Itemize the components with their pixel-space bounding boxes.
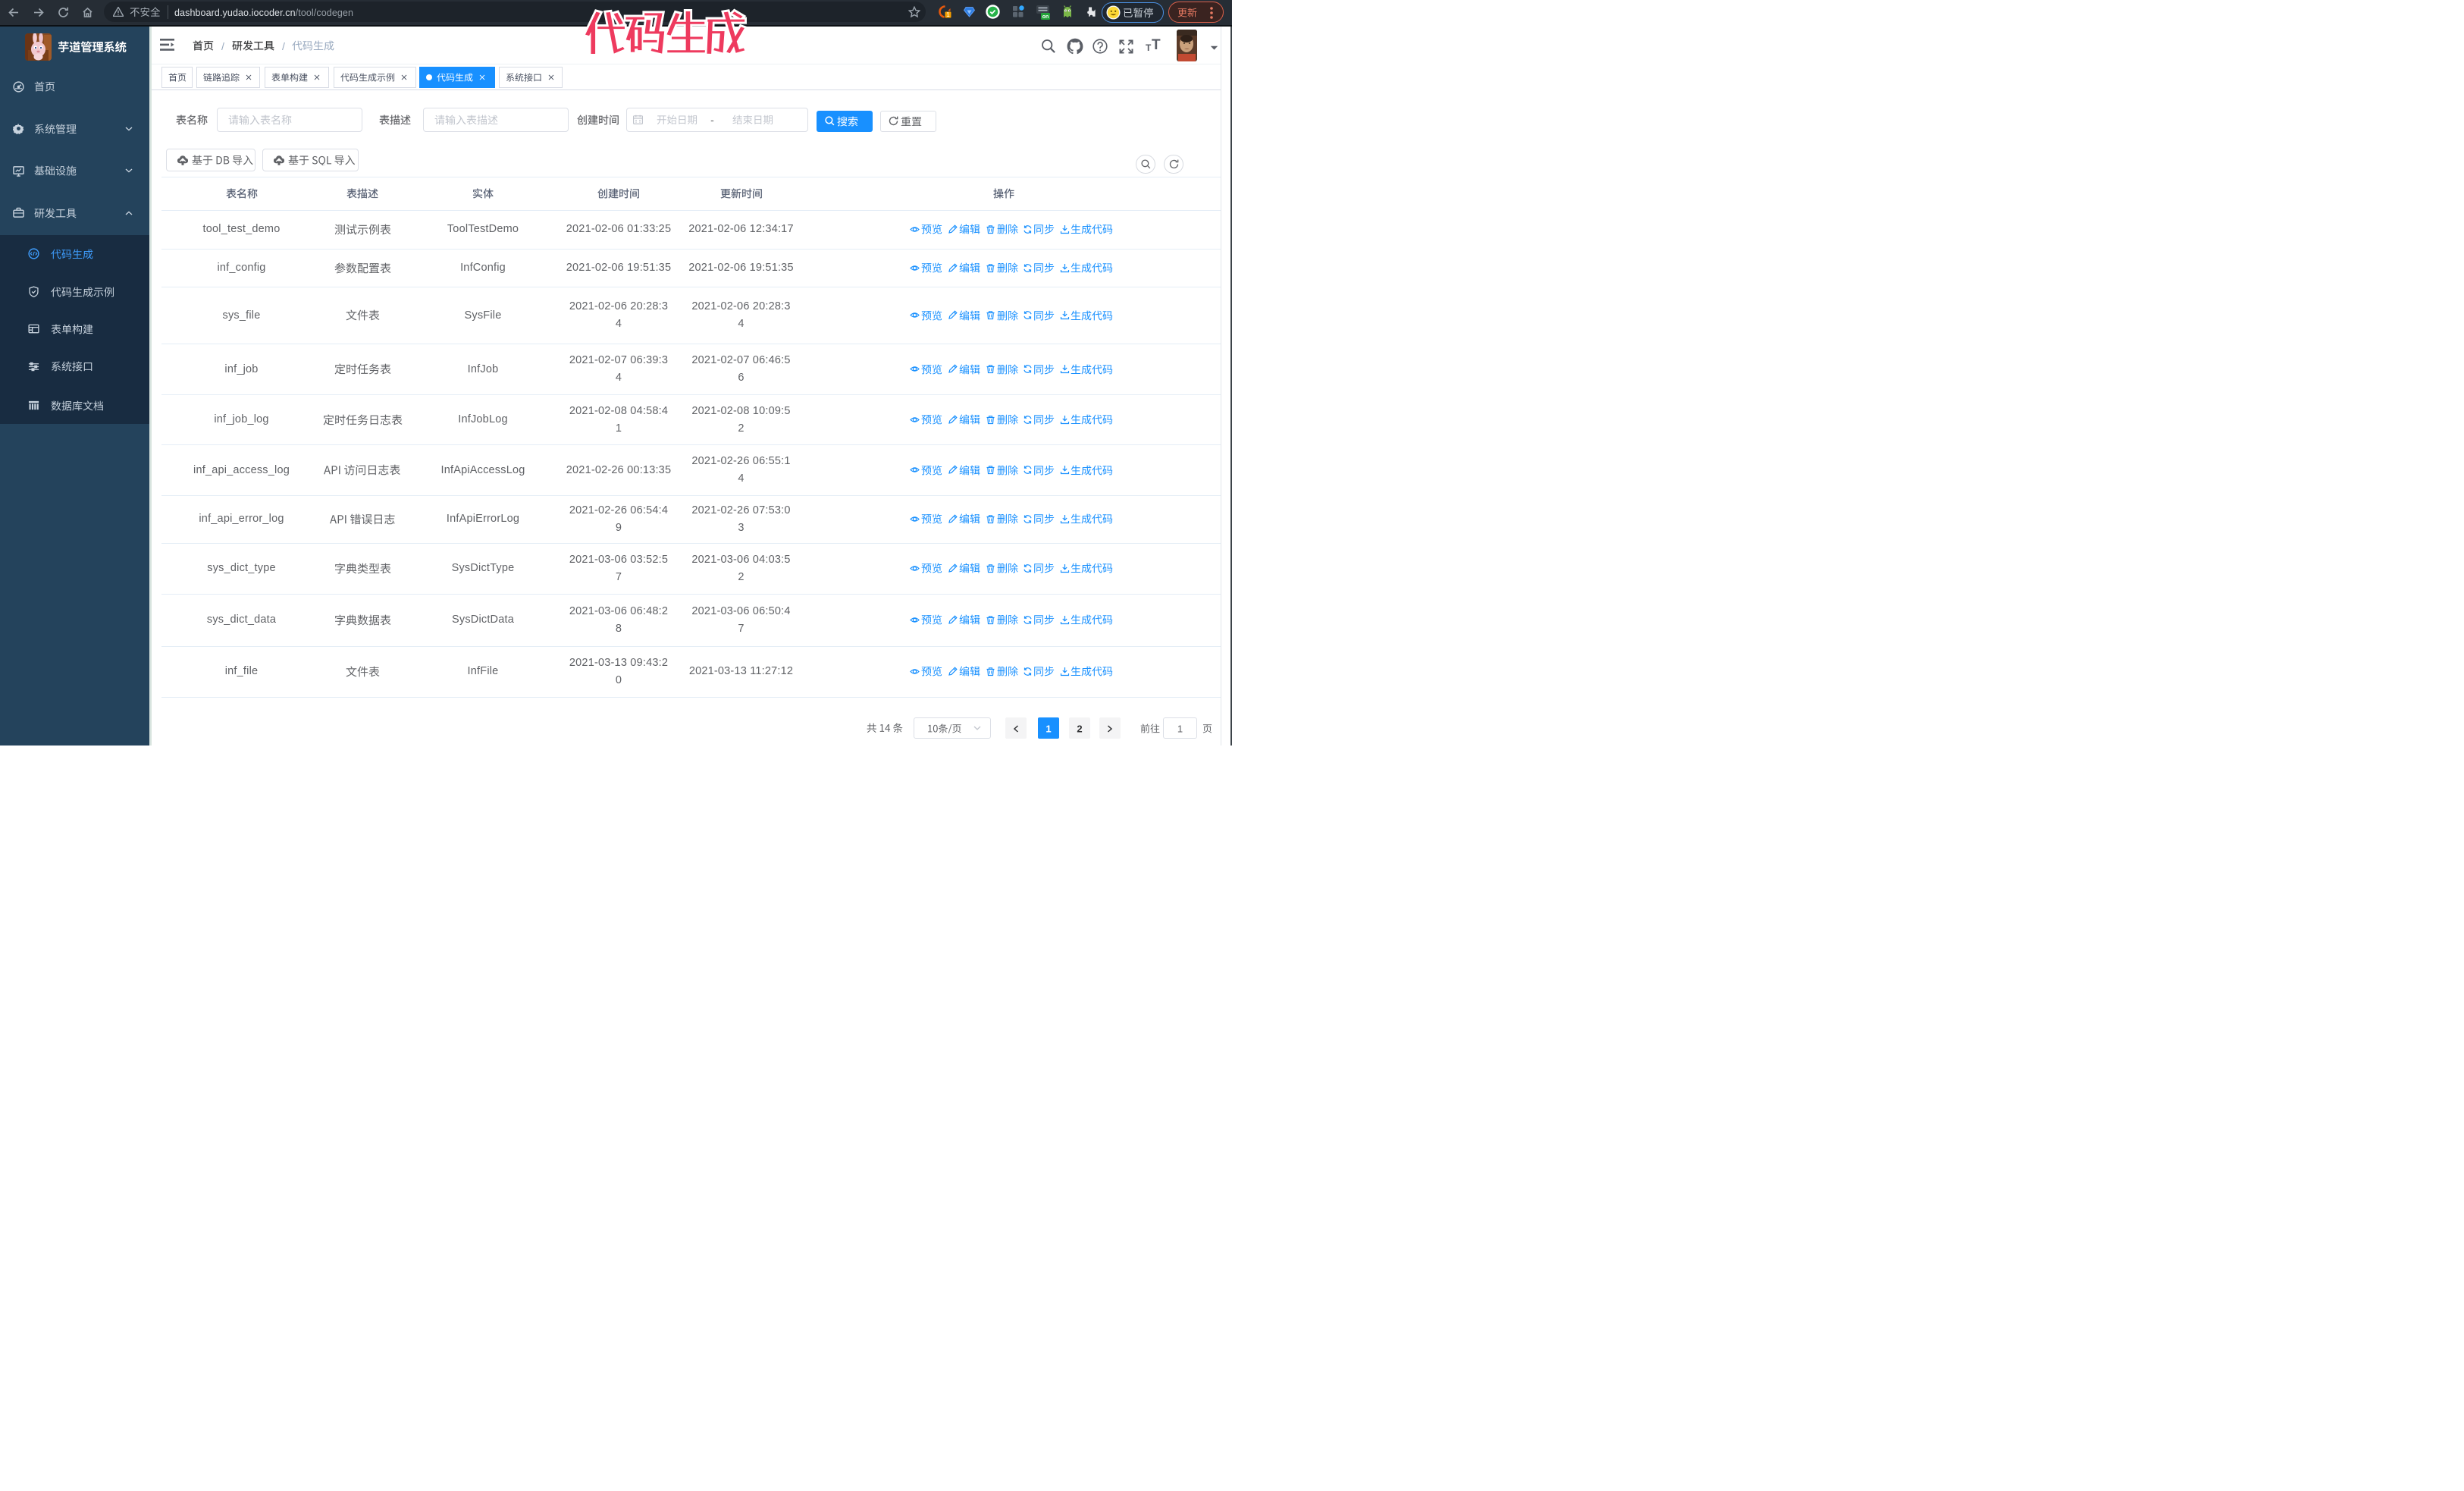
svg-text:on: on [1042, 14, 1049, 20]
svg-text:1: 1 [946, 11, 950, 18]
